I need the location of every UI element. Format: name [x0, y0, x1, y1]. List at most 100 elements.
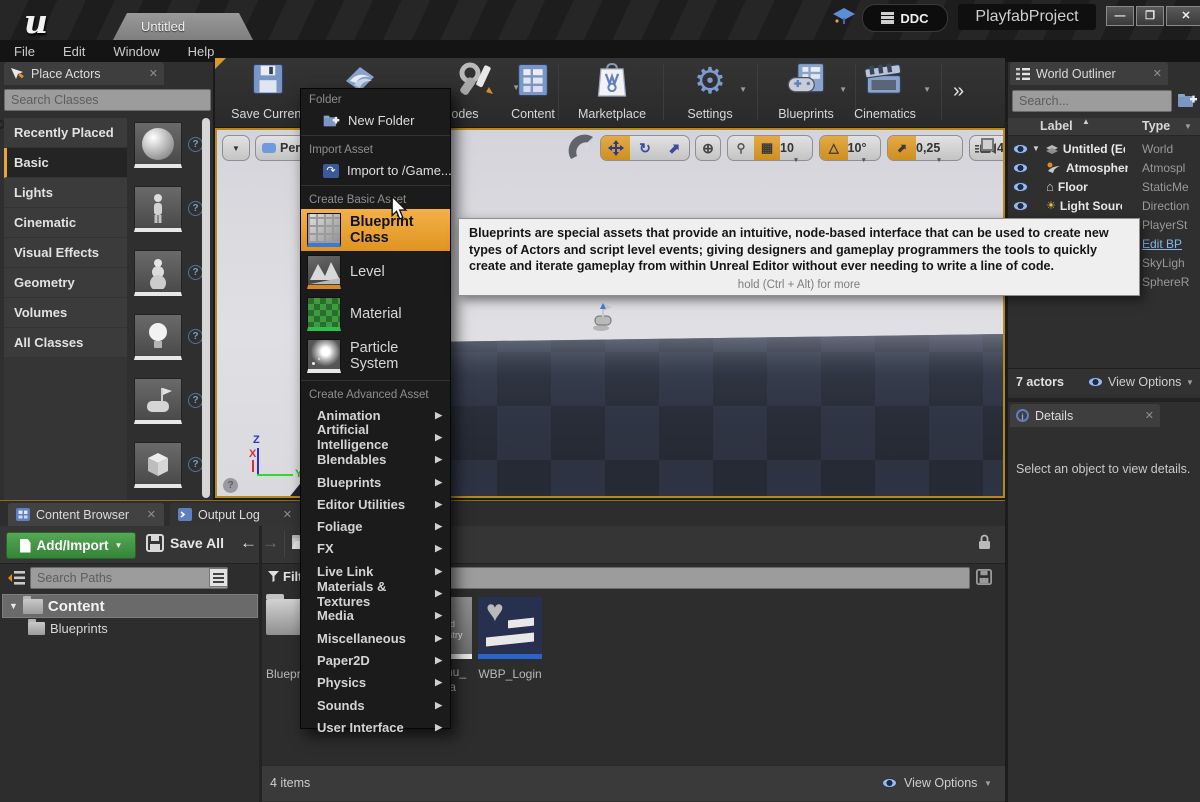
menu-item-new-folder[interactable]: New Folder — [301, 109, 450, 132]
splitter[interactable] — [259, 526, 262, 802]
close-icon[interactable]: ✕ — [283, 508, 292, 521]
category-cinematic[interactable]: Cinematic — [4, 208, 127, 238]
rotation-snap-value[interactable]: 10° — [848, 141, 880, 155]
ddc-button[interactable]: DDC — [862, 4, 948, 32]
tree-item-blueprints[interactable]: Blueprints — [28, 621, 108, 636]
asset-thumb-empty-actor[interactable] — [134, 122, 182, 168]
category-visual-effects[interactable]: Visual Effects — [4, 238, 127, 268]
menu-item-blueprints[interactable]: Blueprints▶ — [301, 471, 450, 493]
move-tool-button[interactable] — [601, 136, 630, 160]
save-search-icon[interactable] — [976, 569, 992, 585]
help-icon[interactable]: ? — [188, 265, 203, 280]
output-log-tab[interactable]: Output Log ✕ — [170, 503, 300, 526]
menu-item-sounds[interactable]: Sounds▶ — [301, 694, 450, 716]
asset-wbp-login[interactable]: ♥ WBP_Login — [478, 597, 542, 681]
place-actors-scrollbar[interactable] — [202, 118, 210, 498]
world-outliner-tab[interactable]: World Outliner ✕ — [1010, 62, 1168, 85]
player-start-gizmo[interactable] — [589, 302, 619, 334]
cinematics-dropdown[interactable]: ▼ Cinematics — [837, 61, 933, 123]
grid-snap-button[interactable]: ▦ — [754, 136, 780, 160]
viewport-help-icon[interactable]: ? — [223, 478, 238, 493]
column-header-label[interactable]: Label — [1040, 119, 1073, 133]
menu-item-import-to-game[interactable]: ↷ Import to /Game... — [301, 159, 450, 182]
menu-edit[interactable]: Edit — [49, 44, 99, 59]
asset-thumb-point-light[interactable] — [134, 250, 182, 296]
menu-item-level[interactable]: Level — [301, 251, 450, 293]
asset-thumb-light-bulb[interactable] — [134, 314, 182, 360]
visibility-eye-icon[interactable] — [1013, 182, 1028, 192]
back-button[interactable]: ← — [240, 533, 257, 553]
category-basic[interactable]: Basic — [4, 148, 127, 178]
menu-item-artificial-intelligence[interactable]: Artificial Intelligence▶ — [301, 426, 450, 448]
scale-snap-button[interactable]: ⬈ — [888, 136, 916, 160]
menu-item-miscellaneous[interactable]: Miscellaneous▶ — [301, 627, 450, 649]
asset-thumb-character[interactable] — [134, 186, 182, 232]
collapse-sources-icon[interactable] — [8, 571, 25, 585]
cb-view-options-button[interactable]: View Options — [904, 776, 977, 790]
camera-speed-value[interactable]: 4 — [997, 141, 1005, 155]
category-lights[interactable]: Lights — [4, 178, 127, 208]
save-all-button[interactable]: Save All — [146, 534, 224, 552]
add-import-button[interactable]: Add/Import ▼ — [6, 532, 136, 559]
settings-dropdown[interactable]: ⚙ ▼ Settings — [667, 61, 753, 123]
scale-tool-button[interactable]: ⬈ — [660, 140, 689, 157]
category-recently-placed[interactable]: Recently Placed — [4, 118, 127, 148]
tutorials-cap-icon[interactable] — [833, 8, 855, 26]
title-bar[interactable]: u Untitled DDC PlayfabProject — ❒ ✕ — [0, 0, 1200, 40]
edit-bp-link[interactable]: Edit BP — [1142, 237, 1198, 251]
level-tab[interactable]: Untitled — [113, 13, 253, 40]
menu-item-user-interface[interactable]: User Interface▶ — [301, 716, 450, 738]
minimize-button[interactable]: — — [1106, 6, 1134, 26]
close-icon[interactable]: ✕ — [149, 67, 158, 80]
expand-arrow-icon[interactable]: ▼ — [1032, 144, 1040, 153]
help-icon[interactable]: ? — [188, 201, 203, 216]
menu-item-material[interactable]: Material — [301, 293, 450, 335]
column-header-type[interactable]: Type — [1142, 119, 1170, 133]
close-icon[interactable]: ✕ — [1145, 409, 1154, 422]
visibility-eye-icon[interactable] — [1013, 201, 1028, 211]
menu-item-materials-textures[interactable]: Materials & Textures▶ — [301, 582, 450, 604]
help-icon[interactable]: ? — [188, 393, 203, 408]
forward-button[interactable]: → — [262, 533, 279, 553]
close-icon[interactable]: ✕ — [1153, 67, 1162, 80]
category-all-classes[interactable]: All Classes — [4, 328, 127, 358]
menu-item-editor-utilities[interactable]: Editor Utilities▶ — [301, 493, 450, 515]
outliner-row-untitled[interactable]: ▼ Untitled (Edit World — [1008, 139, 1200, 158]
outliner-row-atmosphericfog[interactable]: Atmospher Atmospl — [1008, 158, 1200, 177]
add-folder-icon[interactable] — [1178, 92, 1197, 109]
paths-list-button[interactable] — [209, 568, 228, 587]
maximize-viewport-button[interactable] — [981, 138, 994, 151]
outliner-row-light-source[interactable]: ☀ Light Sourc Direction — [1008, 196, 1200, 215]
search-paths-input[interactable] — [30, 567, 228, 589]
category-volumes[interactable]: Volumes — [4, 298, 127, 328]
outliner-search-input[interactable] — [1012, 90, 1172, 112]
menu-item-physics[interactable]: Physics▶ — [301, 672, 450, 694]
details-tab[interactable]: i Details ✕ — [1010, 404, 1160, 427]
tree-item-content[interactable]: ▼ Content — [2, 594, 258, 618]
place-actors-tab[interactable]: Place Actors ✕ — [4, 62, 164, 85]
menu-item-fx[interactable]: FX▶ — [301, 538, 450, 560]
rotate-tool-button[interactable]: ↻ — [630, 140, 659, 157]
menu-item-particle-system[interactable]: Particle System — [301, 335, 450, 377]
help-icon[interactable]: ? — [188, 329, 203, 344]
world-local-toggle[interactable]: ⊕ — [695, 135, 721, 161]
outliner-row-floor[interactable]: ⌂ Floor StaticMe — [1008, 177, 1200, 196]
scale-snap-value[interactable]: 0,25 — [916, 141, 962, 155]
close-button[interactable]: ✕ — [1166, 6, 1200, 26]
asset-thumb-cube[interactable] — [134, 442, 182, 488]
menu-item-paper2d[interactable]: Paper2D▶ — [301, 649, 450, 671]
rotation-snap-button[interactable]: △ — [820, 136, 848, 160]
menu-help[interactable]: Help — [174, 44, 229, 59]
visibility-eye-icon[interactable] — [1013, 163, 1028, 173]
surface-snap-button[interactable]: ⚲ — [728, 141, 754, 155]
close-icon[interactable]: ✕ — [147, 508, 156, 521]
content-button[interactable]: Content — [495, 61, 571, 123]
menu-item-blueprint-class[interactable]: Blueprint Class — [301, 209, 450, 251]
search-classes-input[interactable] — [4, 89, 211, 111]
maximize-button[interactable]: ❒ — [1136, 6, 1164, 26]
help-icon[interactable]: ? — [188, 137, 203, 152]
viewport-options-dropdown[interactable]: ▼ — [222, 135, 250, 161]
asset-thumb-player-start[interactable] — [134, 378, 182, 424]
grid-snap-value[interactable]: 10 — [780, 141, 812, 155]
menu-window[interactable]: Window — [99, 44, 173, 59]
